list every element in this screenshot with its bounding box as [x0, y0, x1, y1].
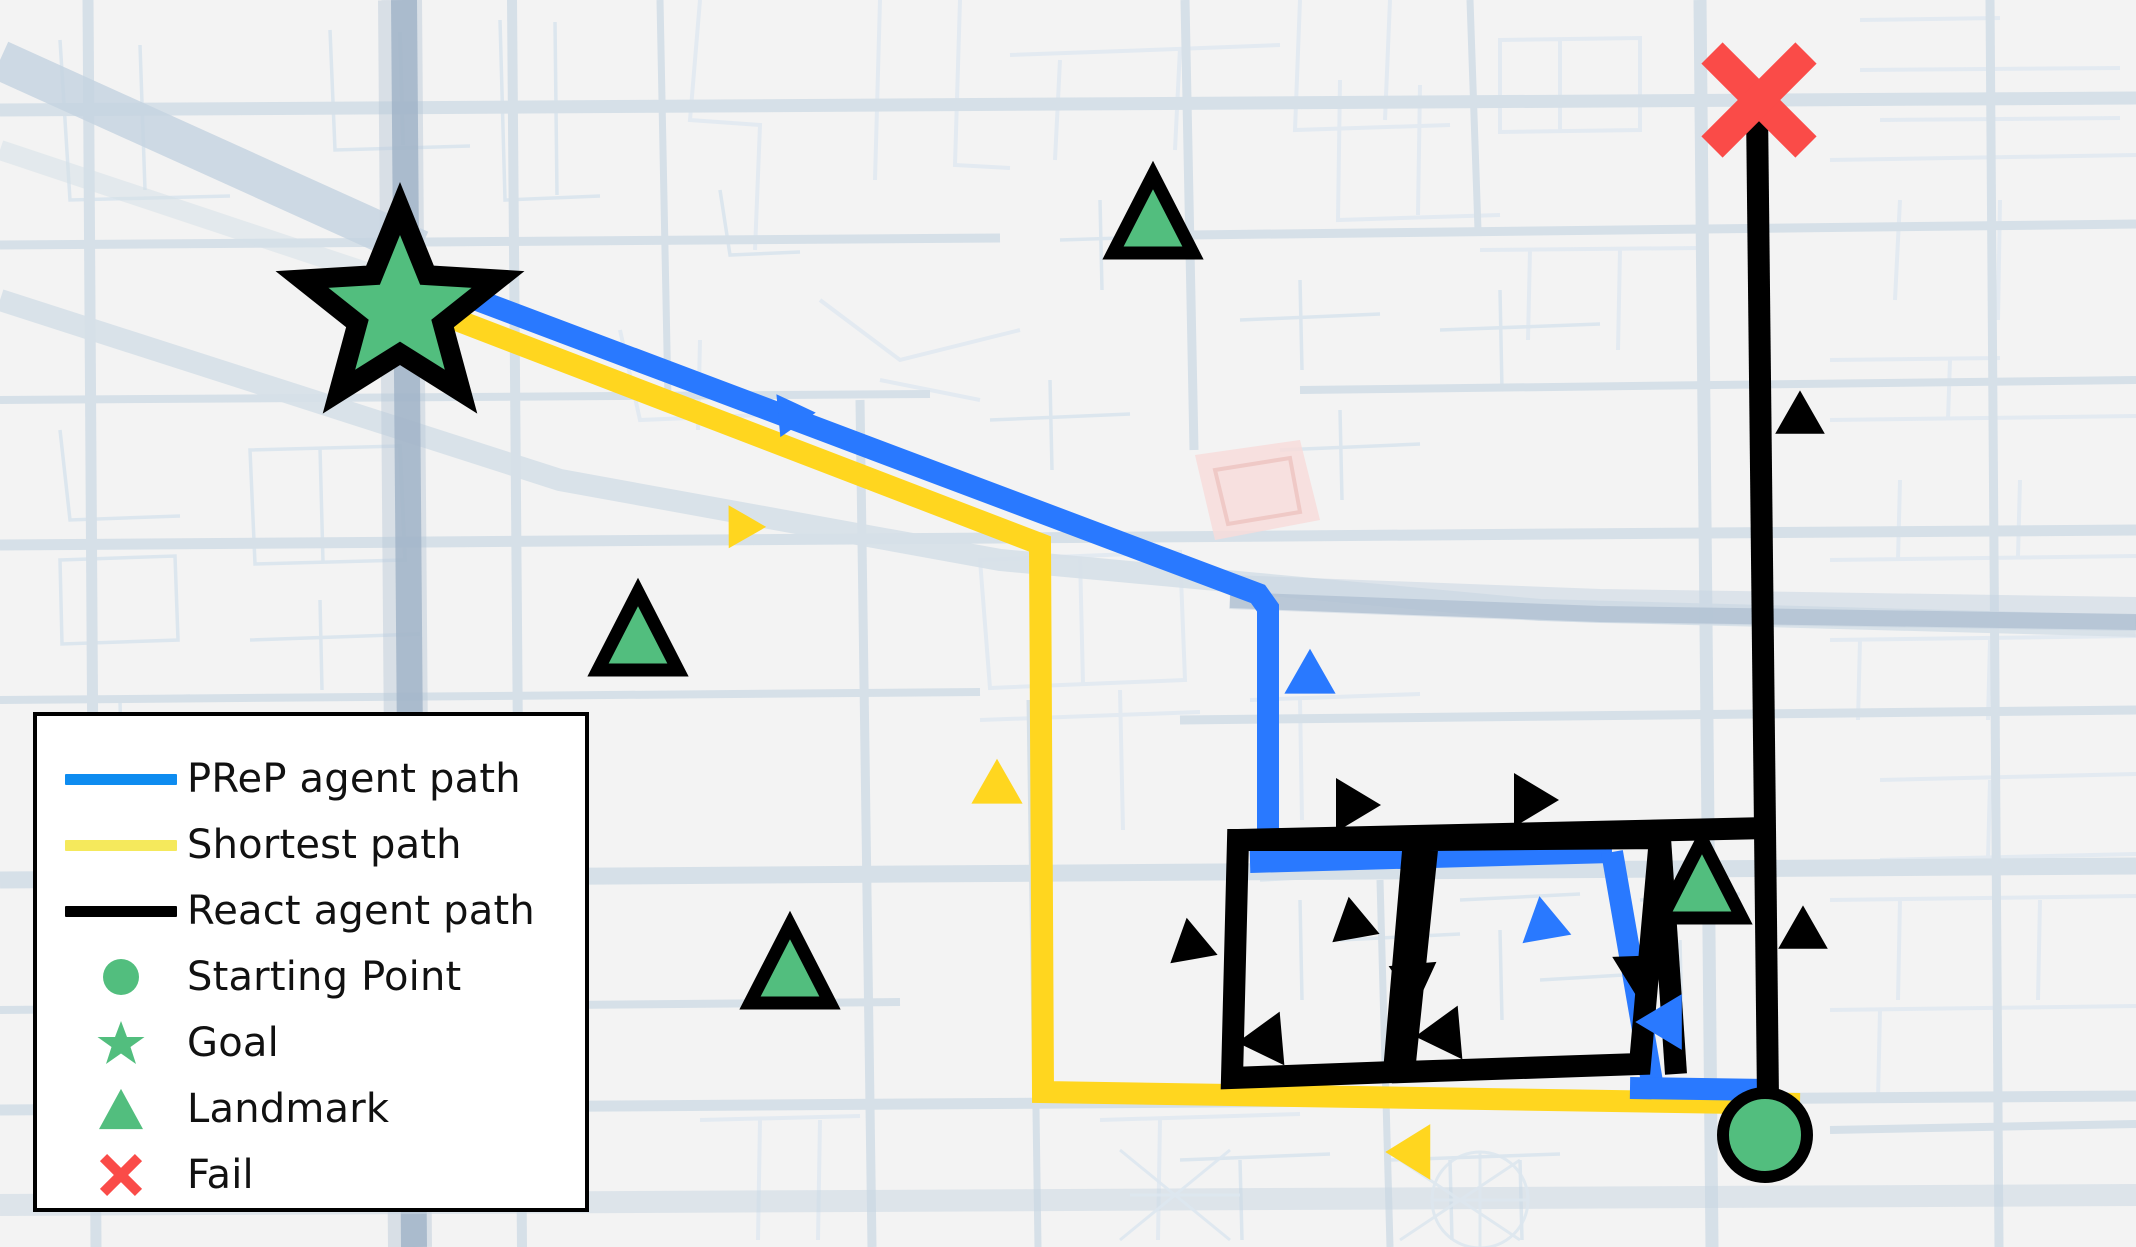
legend-swatch-fail	[55, 1152, 187, 1198]
landmark-icon	[99, 1088, 143, 1130]
route-map-figure: PReP agent path Shortest path React agen…	[0, 0, 2136, 1247]
cross-icon	[99, 1153, 143, 1197]
star-icon	[97, 1021, 145, 1064]
legend-swatch-goal	[55, 1018, 187, 1068]
legend-item-prep-agent-path: PReP agent path	[37, 746, 585, 812]
legend-swatch-shortest-path	[55, 839, 187, 851]
line-swatch-icon	[65, 839, 177, 851]
legend-panel: PReP agent path Shortest path React agen…	[33, 712, 589, 1212]
legend-label-landmark: Landmark	[187, 1086, 390, 1132]
legend-label-fail: Fail	[187, 1152, 254, 1198]
legend-item-react-agent-path: React agent path	[37, 878, 585, 944]
legend-swatch-react-agent-path	[55, 905, 187, 917]
legend-item-starting-point: Starting Point	[37, 944, 585, 1010]
legend-label-shortest-path: Shortest path	[187, 822, 462, 868]
legend-swatch-landmark	[55, 1087, 187, 1131]
legend-label-starting-point: Starting Point	[187, 954, 462, 1000]
line-swatch-icon	[65, 905, 177, 917]
starting-point-marker	[1717, 1087, 1813, 1183]
line-swatch-icon	[65, 773, 177, 785]
legend-item-shortest-path: Shortest path	[37, 812, 585, 878]
legend-label-prep-agent-path: PReP agent path	[187, 756, 521, 802]
legend-item-goal: Goal	[37, 1010, 585, 1076]
circle-icon	[1717, 1087, 1813, 1183]
legend-swatch-starting-point	[55, 959, 187, 995]
legend-label-goal: Goal	[187, 1020, 279, 1066]
legend-label-react-agent-path: React agent path	[187, 888, 535, 934]
legend-swatch-prep-agent-path	[55, 773, 187, 785]
legend-item-fail: Fail	[37, 1142, 585, 1208]
circle-icon	[103, 959, 139, 995]
legend-item-landmark: Landmark	[37, 1076, 585, 1142]
